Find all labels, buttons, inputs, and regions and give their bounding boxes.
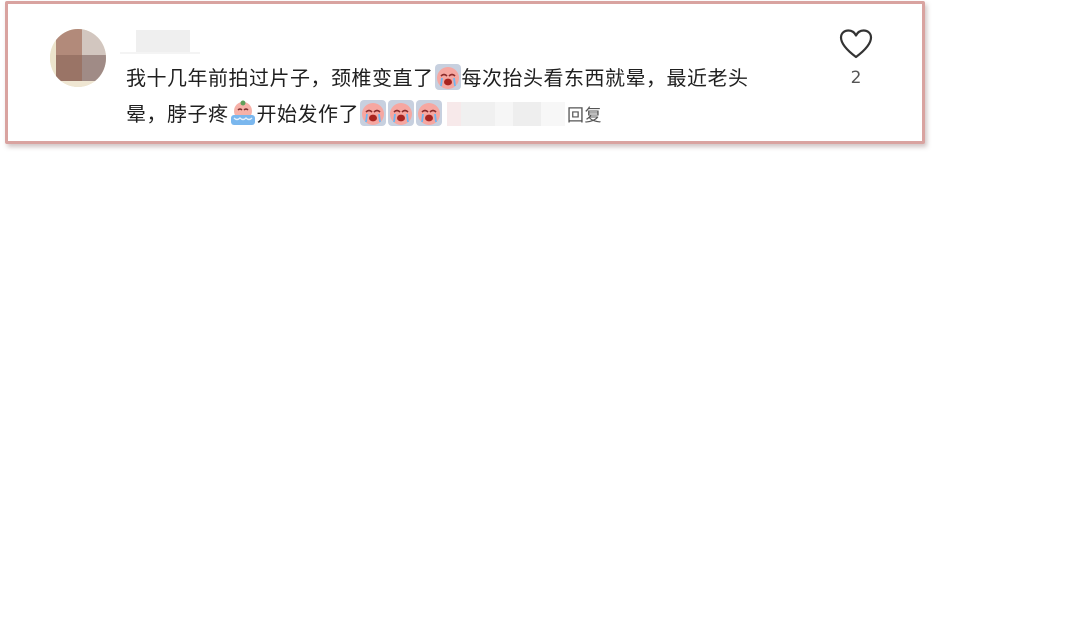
crying-peach-emoji-icon	[416, 100, 442, 126]
reply-button[interactable]: 回复	[567, 106, 602, 126]
comment-line-2-part-1: 晕，脖子疼	[126, 102, 229, 126]
comment-text: 我十几年前拍过片子，颈椎变直了 每次抬头看东西就晕，最近老头 晕，脖子疼 开始发…	[126, 60, 826, 134]
crying-peach-emoji-icon	[360, 100, 386, 126]
like-count: 2	[850, 68, 862, 88]
crying-peach-emoji-icon	[434, 64, 461, 90]
comment-line-2-part-2: 开始发作了	[256, 102, 359, 126]
comment-meta-blurred	[447, 102, 565, 126]
sweating-tears-emoji-icon	[230, 100, 255, 125]
username-blurred[interactable]	[120, 30, 200, 54]
comment-line-2: 晕，脖子疼 开始发作了 回复	[126, 96, 826, 134]
comment-line-1-part-2: 每次抬头看东西就晕，最近老头	[461, 66, 749, 90]
comment-line-1: 我十几年前拍过片子，颈椎变直了 每次抬头看东西就晕，最近老头	[126, 60, 826, 96]
comment-card: 我十几年前拍过片子，颈椎变直了 每次抬头看东西就晕，最近老头 晕，脖子疼 开始发…	[5, 1, 925, 144]
heart-outline-icon[interactable]	[838, 28, 874, 60]
crying-peach-emoji-icon	[388, 100, 414, 126]
avatar[interactable]	[50, 29, 106, 87]
comment-line-1-part-1: 我十几年前拍过片子，颈椎变直了	[126, 66, 434, 90]
